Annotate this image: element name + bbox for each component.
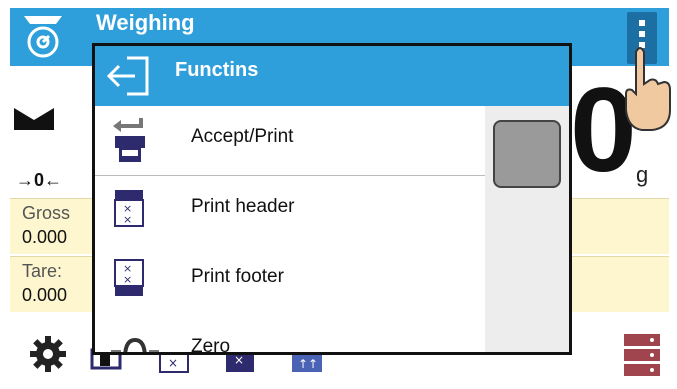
scale-icon <box>24 16 62 58</box>
exit-icon[interactable] <box>103 54 153 98</box>
unit-label: g <box>636 162 649 187</box>
database-icon[interactable] <box>624 334 660 376</box>
list-item-label: Print header <box>191 196 295 217</box>
tare-label: Tare: <box>22 261 63 281</box>
screen: Weighing →0← 0 g Gross 0.000 Tare: 0.000 <box>0 0 677 389</box>
svg-text:×: × <box>123 273 132 286</box>
scrollbar[interactable] <box>485 106 569 352</box>
functions-dialog: Functins Accept/Print × × Print header ×… <box>92 43 572 355</box>
print-header-icon: × × <box>114 190 144 227</box>
gross-label: Gross <box>22 203 71 223</box>
list-item-label: Accept/Print <box>191 126 294 147</box>
zero-icon <box>111 337 159 352</box>
hand-pointer-icon <box>625 47 671 131</box>
printer-accept-icon <box>113 118 145 162</box>
gear-icon[interactable] <box>30 336 66 372</box>
svg-text:×: × <box>123 213 132 226</box>
svg-text:×: × <box>168 356 178 370</box>
svg-text:×: × <box>234 353 244 367</box>
list-item-label: Print footer <box>191 266 284 287</box>
list-item-print-footer[interactable]: × × Print footer <box>95 246 485 316</box>
stability-icon <box>14 108 54 130</box>
svg-text:↑↑: ↑↑ <box>298 357 318 371</box>
dialog-title: Functins <box>175 59 259 81</box>
list-item-accept-print[interactable]: Accept/Print <box>95 106 485 176</box>
dialog-header: Functins <box>95 46 569 106</box>
gross-value: 0.000 <box>22 227 68 247</box>
list-item-print-header[interactable]: × × Print header <box>95 176 485 246</box>
list-item-label: Zero <box>191 336 231 355</box>
functions-list: Accept/Print × × Print header × × Print … <box>95 106 485 352</box>
page-title: Weighing <box>96 10 195 35</box>
print-footer-icon: × × <box>114 259 144 296</box>
tare-value: 0.000 <box>22 285 68 305</box>
list-item-zero[interactable]: Zero <box>95 316 485 355</box>
zero-indicator: →0← <box>16 170 63 190</box>
scroll-thumb[interactable] <box>493 120 561 188</box>
